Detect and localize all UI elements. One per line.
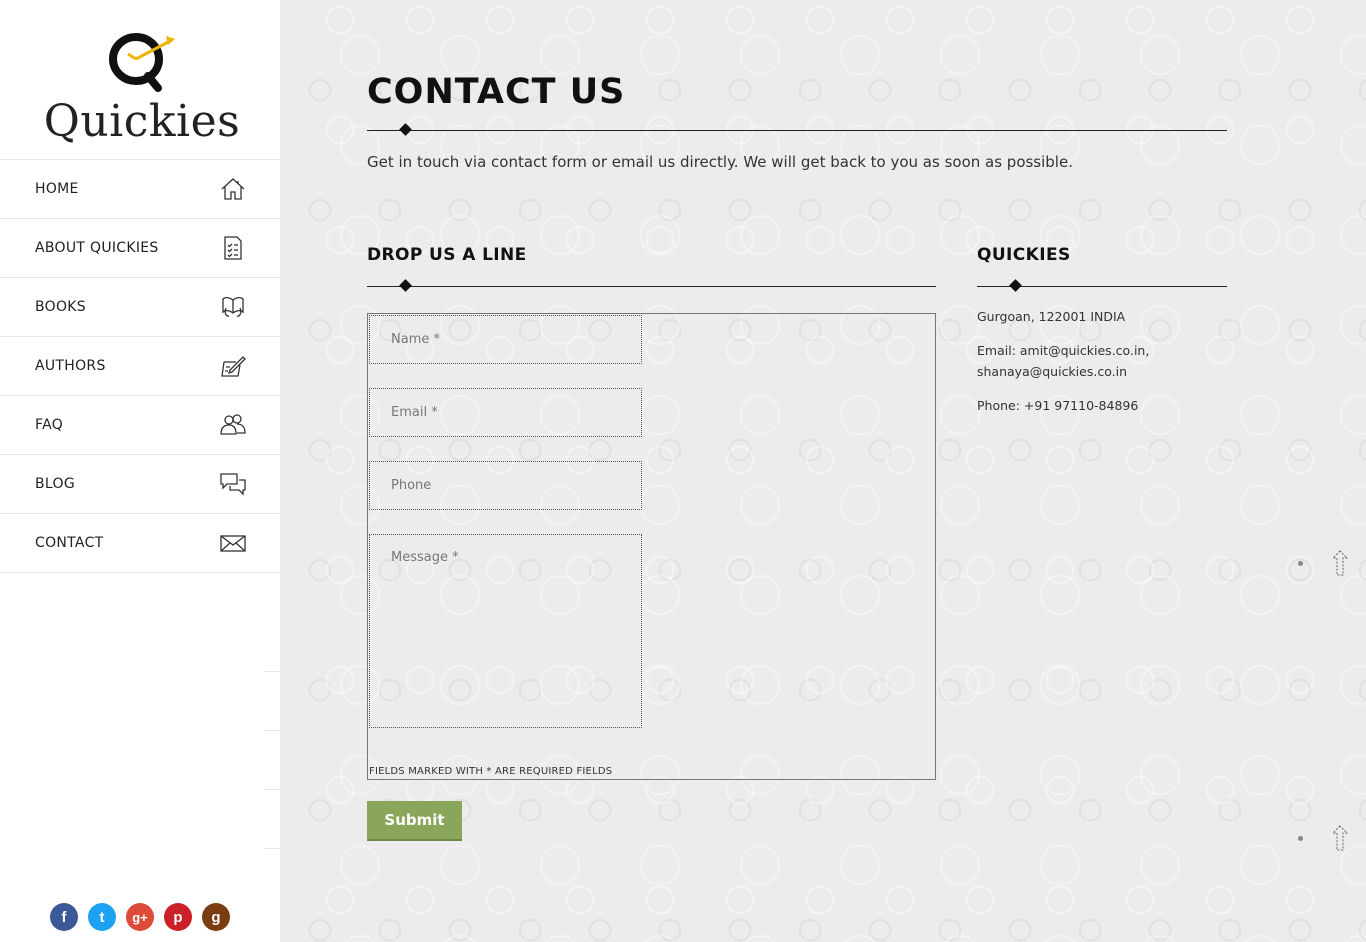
nav-item-about[interactable]: ABOUT QUICKIES bbox=[0, 219, 280, 278]
pinterest-icon[interactable]: p bbox=[164, 903, 192, 931]
message-textarea[interactable] bbox=[369, 534, 642, 728]
contact-form: FIELDS MARKED WITH * ARE REQUIRED FIELDS bbox=[367, 313, 936, 780]
logo-clock-icon bbox=[109, 33, 175, 92]
form-title: DROP US A LINE bbox=[367, 245, 527, 265]
scroll-dot[interactable] bbox=[1298, 561, 1303, 566]
form-divider bbox=[367, 286, 936, 287]
twitter-icon[interactable]: t bbox=[88, 903, 116, 931]
sidebar: Quickies HOME ABOUT QUICKIES BOOKS AUTHO… bbox=[0, 0, 280, 942]
nav-label: HOME bbox=[35, 181, 79, 197]
envelope-icon bbox=[220, 530, 246, 556]
logo-text: Quickies bbox=[43, 96, 241, 147]
address-text: Gurgoan, 122001 INDIA bbox=[977, 309, 1126, 324]
chat-icon bbox=[220, 471, 246, 497]
divider-diamond bbox=[399, 123, 412, 136]
checklist-icon bbox=[220, 235, 246, 261]
divider bbox=[264, 848, 280, 849]
arrow-up-icon[interactable] bbox=[1331, 549, 1349, 577]
goodreads-icon[interactable]: g bbox=[202, 903, 230, 931]
title-divider bbox=[367, 130, 1227, 131]
nav-item-blog[interactable]: BLOG bbox=[0, 455, 280, 514]
nav-label: AUTHORS bbox=[35, 358, 106, 374]
nav-item-home[interactable]: HOME bbox=[0, 160, 280, 219]
facebook-icon[interactable]: f bbox=[50, 903, 78, 931]
info-title: QUICKIES bbox=[977, 245, 1071, 265]
nav-item-authors[interactable]: AUTHORS bbox=[0, 337, 280, 396]
arrow-up-icon[interactable] bbox=[1331, 824, 1349, 852]
divider bbox=[264, 730, 280, 731]
required-fields-note: FIELDS MARKED WITH * ARE REQUIRED FIELDS bbox=[369, 766, 613, 777]
phone-text: Phone: +91 97110-84896 bbox=[977, 398, 1139, 413]
scroll-control bbox=[1298, 549, 1349, 579]
open-book-icon bbox=[220, 294, 246, 320]
home-icon bbox=[220, 176, 246, 202]
nav-label: CONTACT bbox=[35, 535, 104, 551]
nav-label: BLOG bbox=[35, 476, 75, 492]
name-input[interactable] bbox=[369, 315, 642, 364]
scroll-control bbox=[1298, 824, 1349, 854]
email-text: Email: amit@quickies.co.in, bbox=[977, 343, 1150, 358]
nav-label: FAQ bbox=[35, 417, 64, 433]
writing-icon bbox=[220, 353, 246, 379]
social-links: f t g+ p g bbox=[50, 903, 230, 931]
divider-diamond bbox=[1009, 279, 1022, 292]
submit-button[interactable]: Submit bbox=[367, 801, 462, 841]
logo[interactable]: Quickies bbox=[0, 0, 280, 160]
nav-item-books[interactable]: BOOKS bbox=[0, 278, 280, 337]
divider bbox=[264, 671, 280, 672]
users-icon bbox=[220, 412, 246, 438]
nav-item-faq[interactable]: FAQ bbox=[0, 396, 280, 455]
nav-label: BOOKS bbox=[35, 299, 86, 315]
email-text: shanaya@quickies.co.in bbox=[977, 364, 1127, 379]
google-plus-icon[interactable]: g+ bbox=[126, 903, 154, 931]
intro-text: Get in touch via contact form or email u… bbox=[367, 153, 1073, 171]
divider bbox=[264, 789, 280, 790]
phone-input[interactable] bbox=[369, 461, 642, 510]
page-title: CONTACT US bbox=[367, 72, 626, 112]
divider-diamond bbox=[399, 279, 412, 292]
nav-item-contact[interactable]: CONTACT bbox=[0, 514, 280, 573]
scroll-dot[interactable] bbox=[1298, 836, 1303, 841]
email-input[interactable] bbox=[369, 388, 642, 437]
nav-label: ABOUT QUICKIES bbox=[35, 240, 159, 256]
